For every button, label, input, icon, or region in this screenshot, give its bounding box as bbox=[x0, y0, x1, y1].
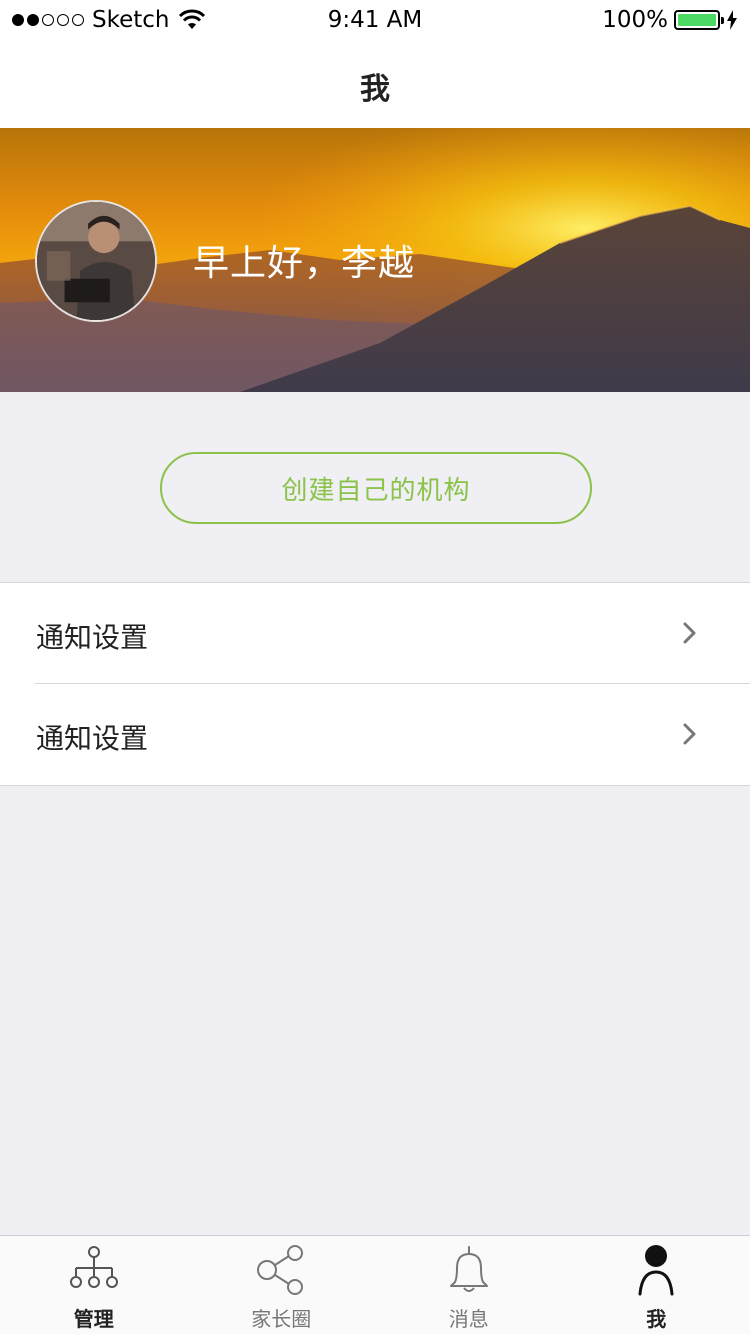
list-item-notification-settings-2[interactable]: 通知设置 bbox=[0, 684, 750, 784]
greeting-text: 早上好，李越 bbox=[193, 243, 416, 284]
share-icon bbox=[257, 1245, 304, 1295]
chevron-right-icon bbox=[683, 723, 696, 745]
bell-icon bbox=[449, 1246, 488, 1292]
create-organization-button[interactable]: 创建自己的机构 bbox=[160, 452, 592, 524]
list-item-label: 通知设置 bbox=[36, 722, 149, 755]
tab-parents-circle[interactable]: 家长圈 bbox=[188, 1236, 376, 1334]
battery-percentage: 100% bbox=[602, 7, 668, 33]
tab-messages[interactable]: 消息 bbox=[375, 1236, 563, 1334]
status-bar: Sketch 9:41 AM 100% bbox=[0, 0, 750, 40]
person-icon bbox=[638, 1245, 674, 1296]
tab-label: 家长圈 bbox=[251, 1307, 312, 1331]
tab-label: 消息 bbox=[448, 1307, 489, 1331]
page-title: 我 bbox=[360, 72, 390, 107]
settings-list: 通知设置 通知设置 bbox=[0, 582, 750, 786]
avatar-photo bbox=[37, 202, 155, 320]
list-item-label: 通知设置 bbox=[36, 621, 149, 654]
status-right: 100% bbox=[602, 7, 738, 33]
battery-icon bbox=[674, 10, 724, 30]
nav-bar: 我 bbox=[0, 40, 750, 128]
profile-banner: 早上好，李越 bbox=[0, 128, 750, 392]
list-item-notification-settings[interactable]: 通知设置 bbox=[0, 583, 750, 684]
tab-me[interactable]: 我 bbox=[563, 1236, 750, 1334]
org-chart-icon bbox=[69, 1246, 118, 1288]
tab-label: 我 bbox=[646, 1307, 667, 1331]
avatar[interactable] bbox=[35, 200, 157, 322]
charging-bolt-icon bbox=[727, 10, 737, 30]
tab-label: 管理 bbox=[73, 1307, 114, 1331]
tab-management[interactable]: 管理 bbox=[0, 1236, 188, 1334]
tab-bar: 管理 家长圈 消息 我 bbox=[0, 1235, 750, 1334]
chevron-right-icon bbox=[683, 622, 696, 644]
